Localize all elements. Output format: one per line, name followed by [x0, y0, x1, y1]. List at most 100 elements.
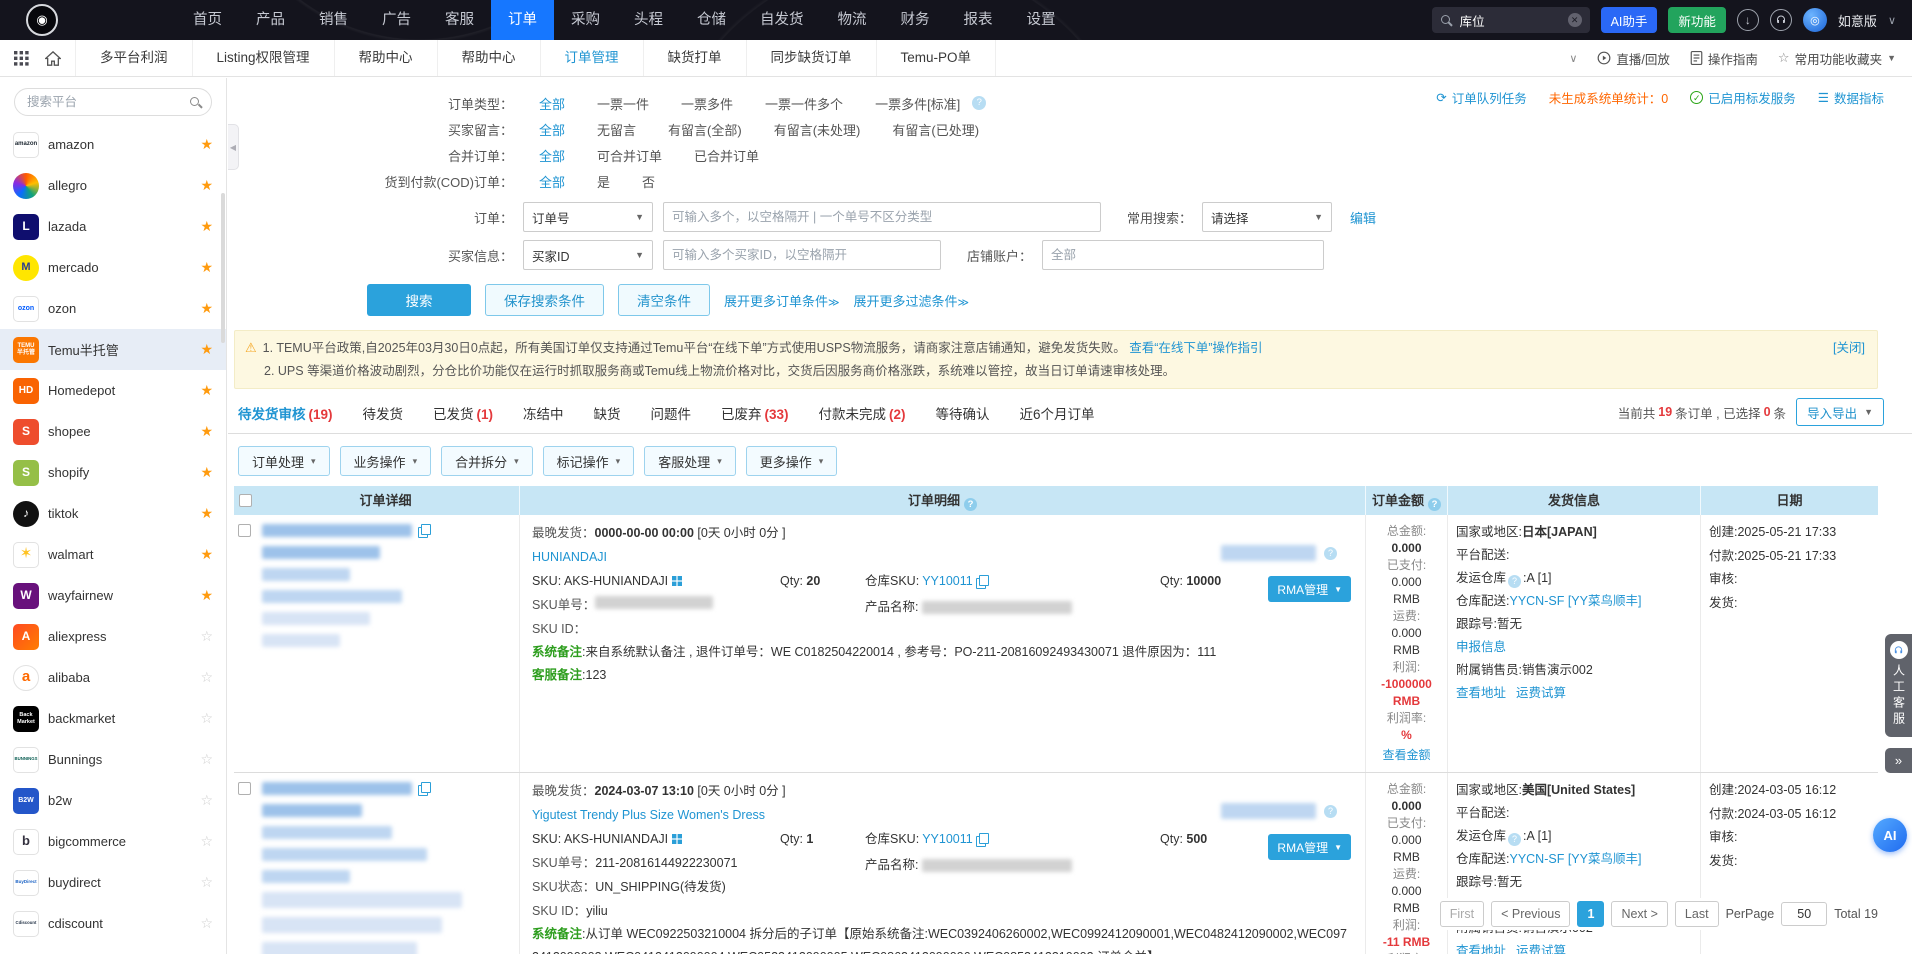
menu-item-首页[interactable]: 首页	[176, 0, 239, 40]
ai-fab-button[interactable]: AI	[1873, 818, 1907, 852]
filter-option-一票一件多个[interactable]: 一票一件多个	[765, 94, 843, 113]
workspace-tab-同步缺货订单[interactable]: 同步缺货订单	[747, 40, 877, 76]
status-tab-缺货[interactable]: 缺货	[594, 403, 621, 433]
filter-option-可合并订单[interactable]: 可合并订单	[597, 146, 662, 165]
favorite-star-icon[interactable]: ★	[200, 177, 213, 194]
status-tab-已发货[interactable]: 已发货(1)	[433, 403, 493, 433]
copy-icon[interactable]	[976, 833, 988, 846]
platform-item-tiktok[interactable]: ♪tiktok★	[0, 493, 226, 534]
menu-item-头程[interactable]: 头程	[617, 0, 680, 40]
order-number-input[interactable]	[663, 202, 1101, 232]
platform-item-wayfairnew[interactable]: Wwayfairnew★	[0, 575, 226, 616]
expand-panel-button[interactable]: »	[1885, 748, 1912, 773]
platform-item-Homedepot[interactable]: HDHomedepot★	[0, 370, 226, 411]
filter-option-否[interactable]: 否	[642, 172, 655, 191]
current-page-button[interactable]: 1	[1577, 901, 1604, 927]
collapse-tabs-icon[interactable]: ∨	[1569, 52, 1577, 65]
menu-item-财务[interactable]: 财务	[884, 0, 947, 40]
clear-conditions-button[interactable]: 清空条件	[618, 284, 710, 316]
ship-link[interactable]: 查看地址	[1456, 944, 1506, 954]
platform-item-Bunnings[interactable]: BUNNINGSBunnings☆	[0, 739, 226, 780]
platform-item-bigcommerce[interactable]: bbigcommerce☆	[0, 821, 226, 862]
row-checkbox[interactable]	[238, 782, 251, 795]
global-search-input[interactable]	[1458, 12, 1562, 28]
platform-item-b2w[interactable]: B2Wb2w☆	[0, 780, 226, 821]
filter-option-全部[interactable]: 全部	[539, 172, 565, 191]
ai-assistant-button[interactable]: AI助手	[1601, 7, 1658, 33]
warehouse-sku-link[interactable]: YY10011	[922, 827, 973, 851]
platform-item-mercado[interactable]: Mmercado★	[0, 247, 226, 288]
workspace-tab-帮助中心[interactable]: 帮助中心	[335, 40, 438, 76]
apps-grid-icon[interactable]	[14, 51, 29, 66]
favorite-star-icon[interactable]: ☆	[200, 710, 213, 727]
chevron-down-icon[interactable]: ∨	[1888, 14, 1896, 27]
ship-link[interactable]: 申报信息	[1456, 640, 1506, 654]
new-feature-button[interactable]: 新功能	[1668, 7, 1726, 33]
ship-link[interactable]: 查看地址	[1456, 686, 1506, 700]
variation-icon[interactable]	[672, 576, 682, 586]
favorites-menu[interactable]: ☆ 常用功能收藏夹 ▼	[1778, 49, 1896, 68]
help-icon[interactable]: ?	[1508, 575, 1521, 588]
buyer-id-input[interactable]	[663, 240, 941, 270]
status-tab-近6个月订单[interactable]: 近6个月订单	[1020, 403, 1095, 433]
platform-item-cdiscount[interactable]: Cdiscountcdiscount☆	[0, 903, 226, 944]
copy-icon[interactable]	[976, 575, 988, 588]
platform-item-allegro[interactable]: allegro★	[0, 165, 226, 206]
rma-manage-button[interactable]: RMA管理▼	[1268, 576, 1351, 602]
platform-item-alibaba[interactable]: aalibaba☆	[0, 657, 226, 698]
filter-option-一票多件[interactable]: 一票多件	[681, 94, 733, 113]
action-button-业务操作[interactable]: 业务操作▾	[340, 446, 432, 476]
status-tab-待发货[interactable]: 待发货	[363, 403, 404, 433]
sidebar-scrollbar[interactable]	[221, 193, 225, 343]
close-banner-link[interactable]: [关闭]	[1833, 337, 1865, 360]
menu-item-订单[interactable]: 订单	[491, 0, 554, 40]
action-button-订单处理[interactable]: 订单处理▾	[238, 446, 330, 476]
platform-item-backmarket[interactable]: Back Marketbackmarket☆	[0, 698, 226, 739]
favorite-star-icon[interactable]: ☆	[200, 874, 213, 891]
order-queue-link[interactable]: ⟳订单队列任务	[1436, 88, 1527, 107]
copy-icon[interactable]	[418, 524, 430, 537]
favorite-star-icon[interactable]: ☆	[200, 751, 213, 768]
menu-item-仓储[interactable]: 仓储	[680, 0, 743, 40]
more-order-conditions-link[interactable]: 展开更多订单条件≫	[724, 291, 840, 310]
filter-option-有留言(未处理)[interactable]: 有留言(未处理)	[774, 120, 861, 139]
platform-search-input[interactable]	[25, 94, 183, 110]
platform-item-shopify[interactable]: Sshopify★	[0, 452, 226, 493]
favorite-star-icon[interactable]: ★	[200, 136, 213, 153]
menu-item-产品[interactable]: 产品	[239, 0, 302, 40]
status-tab-冻结中[interactable]: 冻结中	[523, 403, 564, 433]
live-replay-link[interactable]: 直播/回放	[1597, 49, 1669, 68]
favorite-star-icon[interactable]: ☆	[200, 628, 213, 645]
filter-option-有留言(已处理)[interactable]: 有留言(已处理)	[892, 120, 979, 139]
perpage-input[interactable]	[1781, 902, 1827, 926]
status-tab-已废弃[interactable]: 已废弃(33)	[721, 403, 789, 433]
platform-item-walmart[interactable]: ✶walmart★	[0, 534, 226, 575]
select-all-checkbox[interactable]	[239, 494, 252, 507]
human-service-tab[interactable]: 人工客服	[1885, 634, 1912, 737]
filter-option-一票一件[interactable]: 一票一件	[597, 94, 649, 113]
workspace-tab-Listing权限管理[interactable]: Listing权限管理	[193, 40, 335, 76]
platform-item-amazon[interactable]: amazonamazon★	[0, 124, 226, 165]
status-tab-付款未完成[interactable]: 付款未完成(2)	[819, 403, 906, 433]
platform-item-Temu半托管[interactable]: TEMU 半托管Temu半托管★	[0, 329, 226, 370]
store-account-input[interactable]	[1042, 240, 1324, 270]
favorite-star-icon[interactable]: ★	[200, 505, 213, 522]
filter-option-全部[interactable]: 全部	[539, 146, 565, 165]
save-search-button[interactable]: 保存搜索条件	[485, 284, 604, 316]
search-button[interactable]: 搜索	[367, 284, 471, 316]
app-logo-icon[interactable]: ◉	[26, 4, 58, 36]
filter-option-已合并订单[interactable]: 已合并订单	[694, 146, 759, 165]
favorite-star-icon[interactable]: ★	[200, 341, 213, 358]
first-page-button[interactable]: First	[1440, 901, 1484, 927]
favorite-star-icon[interactable]: ☆	[200, 669, 213, 686]
favorite-star-icon[interactable]: ★	[200, 464, 213, 481]
view-amount-link[interactable]: 查看金额	[1368, 747, 1445, 764]
common-search-select[interactable]: 请选择▼	[1202, 202, 1332, 232]
clear-search-icon[interactable]: ✕	[1568, 13, 1582, 27]
favorite-star-icon[interactable]: ★	[200, 423, 213, 440]
last-page-button[interactable]: Last	[1675, 901, 1719, 927]
workspace-tab-多平台利润[interactable]: 多平台利润	[75, 40, 193, 76]
copy-icon[interactable]	[418, 782, 430, 795]
unmade-orders-stat[interactable]: 未生成系统单统计：0	[1549, 88, 1668, 107]
favorite-star-icon[interactable]: ★	[200, 218, 213, 235]
